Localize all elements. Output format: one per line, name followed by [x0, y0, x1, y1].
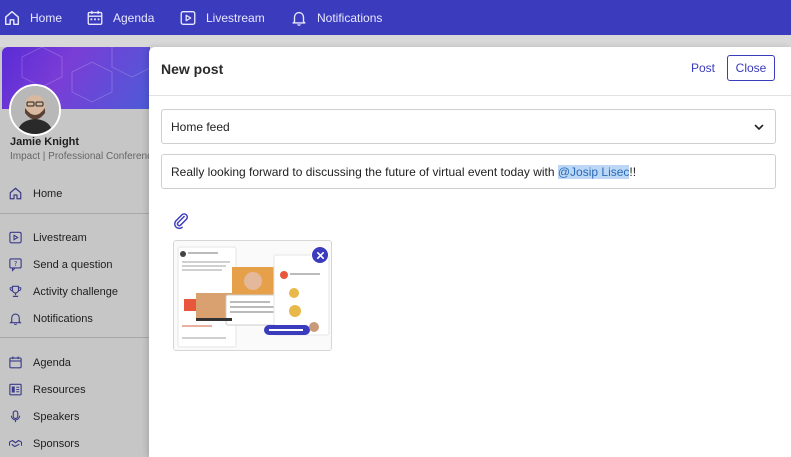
handshake-icon — [8, 439, 23, 448]
sidebar: Jamie Knight Impact | Professional Confe… — [0, 47, 150, 457]
topnav-agenda[interactable]: Agenda — [86, 0, 154, 35]
mention-tag[interactable]: @Josip Lisec — [557, 164, 630, 179]
attachment-thumbnail[interactable] — [173, 240, 332, 351]
topnav-home[interactable]: Home — [3, 0, 62, 35]
question-icon: ? — [9, 258, 22, 272]
message-text-end: !! — [629, 164, 637, 179]
resources-icon — [9, 383, 22, 396]
paperclip-icon[interactable] — [172, 212, 190, 230]
topnav-notifications[interactable]: Notifications — [290, 0, 382, 35]
sidebar-item-activity-challenge[interactable]: Activity challenge — [8, 284, 118, 299]
sidebar-item-label: Notifications — [33, 312, 93, 325]
sidebar-item-label: Speakers — [33, 410, 80, 423]
sidebar-item-label: Livestream — [33, 231, 87, 244]
sidebar-item-livestream[interactable]: Livestream — [8, 230, 87, 245]
message-text: Really looking forward to discussing the… — [171, 164, 558, 179]
topnav-livestream[interactable]: Livestream — [179, 0, 265, 35]
profile-name: Jamie Knight — [10, 136, 80, 148]
sidebar-item-home[interactable]: Home — [8, 186, 62, 201]
calendar-icon — [9, 356, 22, 369]
sidebar-divider — [0, 213, 150, 214]
sidebar-item-label: Resources — [33, 383, 86, 396]
sidebar-item-notifications[interactable]: Notifications — [8, 311, 93, 326]
top-navigation-bar: Home Agenda Livestream Notifications — [0, 0, 791, 35]
feed-select[interactable]: Home feed — [161, 109, 776, 144]
svg-text:?: ? — [14, 260, 18, 268]
chevron-down-icon — [754, 124, 764, 130]
sidebar-item-agenda[interactable]: Agenda — [8, 355, 71, 370]
topnav-notifications-label: Notifications — [317, 10, 383, 25]
modal-header-divider — [149, 95, 791, 96]
new-post-modal: New post Post Close Home feed Really loo… — [149, 47, 791, 457]
sidebar-item-label: Home — [33, 187, 63, 200]
attachment-preview-image — [174, 241, 331, 350]
calendar-icon — [87, 10, 103, 25]
avatar-portrait — [11, 86, 59, 134]
topnav-agenda-label: Agenda — [113, 10, 155, 25]
home-icon — [4, 10, 20, 25]
close-button[interactable]: Close — [727, 55, 775, 81]
sidebar-item-label: Send a question — [33, 258, 113, 271]
remove-attachment-button[interactable] — [311, 246, 329, 264]
sidebar-item-sponsors[interactable]: Sponsors — [8, 436, 79, 451]
sidebar-item-resources[interactable]: Resources — [8, 382, 86, 397]
avatar[interactable] — [9, 84, 61, 136]
profile-subtitle: Impact | Professional Conference — [10, 151, 150, 162]
bell-icon — [292, 11, 306, 26]
topnav-home-label: Home — [30, 10, 63, 25]
sidebar-divider — [0, 337, 150, 338]
topnav-livestream-label: Livestream — [206, 10, 265, 25]
trophy-icon — [9, 285, 22, 297]
sidebar-item-label: Sponsors — [33, 437, 80, 450]
sidebar-item-send-question[interactable]: ? Send a question — [8, 257, 113, 272]
post-message-input[interactable]: Really looking forward to discussing the… — [161, 154, 776, 189]
sidebar-item-label: Agenda — [33, 356, 71, 369]
play-icon — [180, 10, 196, 25]
bell-icon — [9, 313, 22, 326]
close-icon — [316, 251, 324, 259]
sidebar-item-label: Activity challenge — [33, 285, 118, 298]
post-button[interactable]: Post — [691, 61, 715, 75]
microphone-icon — [10, 410, 21, 423]
modal-title: New post — [161, 61, 224, 77]
home-icon — [9, 187, 22, 200]
sidebar-item-speakers[interactable]: Speakers — [8, 409, 79, 424]
play-icon — [9, 231, 22, 244]
feed-select-value: Home feed — [171, 119, 230, 134]
